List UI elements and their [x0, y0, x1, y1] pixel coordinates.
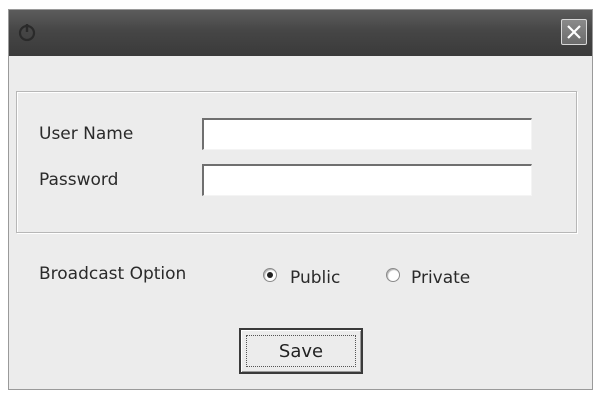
close-button[interactable]	[561, 19, 587, 45]
user-name-label: User Name	[39, 124, 134, 144]
radio-private-label[interactable]: Private	[411, 268, 470, 288]
radio-public[interactable]	[263, 268, 277, 282]
radio-selected-dot	[267, 272, 273, 278]
credentials-group	[16, 91, 577, 233]
radio-public-label[interactable]: Public	[290, 268, 340, 288]
save-button-label: Save	[278, 341, 324, 362]
broadcast-option-label: Broadcast Option	[39, 264, 187, 284]
password-input[interactable]	[202, 164, 532, 196]
title-bar[interactable]	[9, 10, 592, 56]
save-button[interactable]: Save	[239, 328, 363, 374]
password-label: Password	[39, 170, 119, 190]
user-name-input[interactable]	[202, 118, 532, 150]
power-icon	[17, 22, 37, 42]
login-dialog: User Name Password Broadcast Option Publ…	[8, 9, 593, 390]
radio-private[interactable]	[386, 268, 400, 282]
